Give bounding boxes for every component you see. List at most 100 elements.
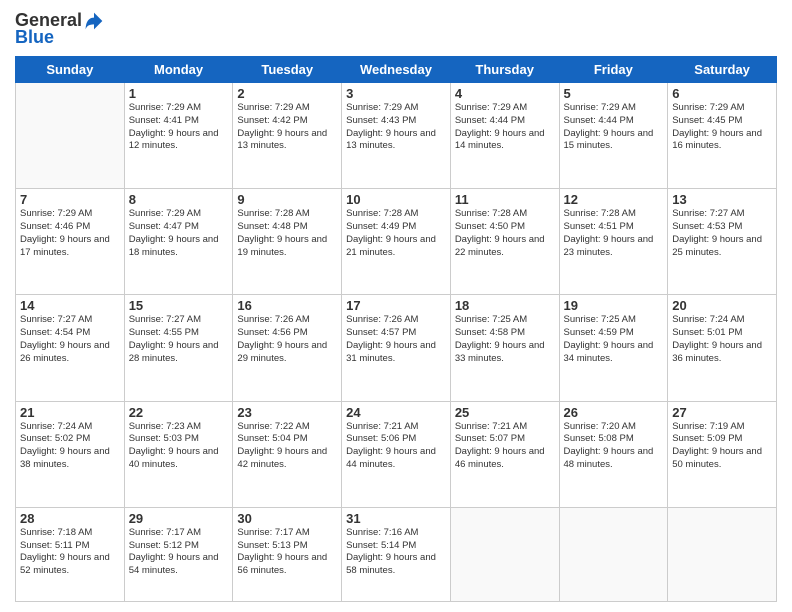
day-info: Sunrise: 7:19 AMSunset: 5:09 PMDaylight:…: [672, 421, 772, 472]
calendar-cell: 30Sunrise: 7:17 AMSunset: 5:13 PMDayligh…: [233, 507, 342, 601]
calendar-cell: 6Sunrise: 7:29 AMSunset: 4:45 PMDaylight…: [668, 83, 777, 189]
day-number: 3: [346, 86, 446, 101]
day-info: Sunrise: 7:29 AMSunset: 4:47 PMDaylight:…: [129, 208, 229, 259]
day-number: 17: [346, 298, 446, 313]
day-header-wednesday: Wednesday: [342, 57, 451, 83]
day-number: 15: [129, 298, 229, 313]
day-info: Sunrise: 7:27 AMSunset: 4:55 PMDaylight:…: [129, 314, 229, 365]
calendar-cell: 17Sunrise: 7:26 AMSunset: 4:57 PMDayligh…: [342, 295, 451, 401]
calendar-cell: 1Sunrise: 7:29 AMSunset: 4:41 PMDaylight…: [124, 83, 233, 189]
day-header-thursday: Thursday: [450, 57, 559, 83]
day-number: 23: [237, 405, 337, 420]
logo-blue: Blue: [15, 27, 54, 48]
day-info: Sunrise: 7:28 AMSunset: 4:51 PMDaylight:…: [564, 208, 664, 259]
day-info: Sunrise: 7:24 AMSunset: 5:01 PMDaylight:…: [672, 314, 772, 365]
day-info: Sunrise: 7:25 AMSunset: 4:59 PMDaylight:…: [564, 314, 664, 365]
day-info: Sunrise: 7:17 AMSunset: 5:13 PMDaylight:…: [237, 527, 337, 578]
day-number: 9: [237, 192, 337, 207]
day-info: Sunrise: 7:29 AMSunset: 4:41 PMDaylight:…: [129, 102, 229, 153]
day-info: Sunrise: 7:29 AMSunset: 4:43 PMDaylight:…: [346, 102, 446, 153]
day-info: Sunrise: 7:26 AMSunset: 4:57 PMDaylight:…: [346, 314, 446, 365]
day-number: 8: [129, 192, 229, 207]
calendar-cell: 15Sunrise: 7:27 AMSunset: 4:55 PMDayligh…: [124, 295, 233, 401]
calendar-cell: 27Sunrise: 7:19 AMSunset: 5:09 PMDayligh…: [668, 401, 777, 507]
day-info: Sunrise: 7:28 AMSunset: 4:50 PMDaylight:…: [455, 208, 555, 259]
day-number: 1: [129, 86, 229, 101]
day-info: Sunrise: 7:18 AMSunset: 5:11 PMDaylight:…: [20, 527, 120, 578]
day-number: 6: [672, 86, 772, 101]
day-number: 28: [20, 511, 120, 526]
day-number: 25: [455, 405, 555, 420]
day-number: 2: [237, 86, 337, 101]
calendar-cell: 2Sunrise: 7:29 AMSunset: 4:42 PMDaylight…: [233, 83, 342, 189]
calendar-cell: 26Sunrise: 7:20 AMSunset: 5:08 PMDayligh…: [559, 401, 668, 507]
day-number: 7: [20, 192, 120, 207]
day-info: Sunrise: 7:20 AMSunset: 5:08 PMDaylight:…: [564, 421, 664, 472]
day-header-monday: Monday: [124, 57, 233, 83]
calendar-cell: 8Sunrise: 7:29 AMSunset: 4:47 PMDaylight…: [124, 189, 233, 295]
day-number: 22: [129, 405, 229, 420]
day-number: 12: [564, 192, 664, 207]
calendar-cell: 12Sunrise: 7:28 AMSunset: 4:51 PMDayligh…: [559, 189, 668, 295]
calendar-cell: 22Sunrise: 7:23 AMSunset: 5:03 PMDayligh…: [124, 401, 233, 507]
day-header-saturday: Saturday: [668, 57, 777, 83]
calendar-cell: 13Sunrise: 7:27 AMSunset: 4:53 PMDayligh…: [668, 189, 777, 295]
day-number: 11: [455, 192, 555, 207]
calendar-cell: 24Sunrise: 7:21 AMSunset: 5:06 PMDayligh…: [342, 401, 451, 507]
day-number: 21: [20, 405, 120, 420]
day-number: 10: [346, 192, 446, 207]
day-info: Sunrise: 7:29 AMSunset: 4:46 PMDaylight:…: [20, 208, 120, 259]
day-info: Sunrise: 7:25 AMSunset: 4:58 PMDaylight:…: [455, 314, 555, 365]
week-row-3: 14Sunrise: 7:27 AMSunset: 4:54 PMDayligh…: [16, 295, 777, 401]
day-info: Sunrise: 7:22 AMSunset: 5:04 PMDaylight:…: [237, 421, 337, 472]
day-info: Sunrise: 7:29 AMSunset: 4:44 PMDaylight:…: [564, 102, 664, 153]
calendar-cell: [668, 507, 777, 601]
day-number: 16: [237, 298, 337, 313]
calendar-cell: 20Sunrise: 7:24 AMSunset: 5:01 PMDayligh…: [668, 295, 777, 401]
week-row-5: 28Sunrise: 7:18 AMSunset: 5:11 PMDayligh…: [16, 507, 777, 601]
day-info: Sunrise: 7:29 AMSunset: 4:42 PMDaylight:…: [237, 102, 337, 153]
week-row-1: 1Sunrise: 7:29 AMSunset: 4:41 PMDaylight…: [16, 83, 777, 189]
day-info: Sunrise: 7:27 AMSunset: 4:53 PMDaylight:…: [672, 208, 772, 259]
day-number: 31: [346, 511, 446, 526]
day-info: Sunrise: 7:17 AMSunset: 5:12 PMDaylight:…: [129, 527, 229, 578]
calendar-cell: [559, 507, 668, 601]
calendar-cell: 10Sunrise: 7:28 AMSunset: 4:49 PMDayligh…: [342, 189, 451, 295]
day-number: 24: [346, 405, 446, 420]
day-info: Sunrise: 7:27 AMSunset: 4:54 PMDaylight:…: [20, 314, 120, 365]
day-number: 19: [564, 298, 664, 313]
day-number: 5: [564, 86, 664, 101]
day-header-tuesday: Tuesday: [233, 57, 342, 83]
calendar-cell: 11Sunrise: 7:28 AMSunset: 4:50 PMDayligh…: [450, 189, 559, 295]
calendar-cell: 19Sunrise: 7:25 AMSunset: 4:59 PMDayligh…: [559, 295, 668, 401]
calendar-cell: 9Sunrise: 7:28 AMSunset: 4:48 PMDaylight…: [233, 189, 342, 295]
day-header-row: SundayMondayTuesdayWednesdayThursdayFrid…: [16, 57, 777, 83]
page: General Blue SundayMondayTuesdayWednesda…: [0, 0, 792, 612]
calendar-cell: 14Sunrise: 7:27 AMSunset: 4:54 PMDayligh…: [16, 295, 125, 401]
calendar-cell: [450, 507, 559, 601]
calendar-cell: 25Sunrise: 7:21 AMSunset: 5:07 PMDayligh…: [450, 401, 559, 507]
day-info: Sunrise: 7:29 AMSunset: 4:44 PMDaylight:…: [455, 102, 555, 153]
day-info: Sunrise: 7:21 AMSunset: 5:07 PMDaylight:…: [455, 421, 555, 472]
calendar-cell: 18Sunrise: 7:25 AMSunset: 4:58 PMDayligh…: [450, 295, 559, 401]
calendar-table: SundayMondayTuesdayWednesdayThursdayFrid…: [15, 56, 777, 602]
logo-icon: [84, 11, 104, 31]
day-info: Sunrise: 7:21 AMSunset: 5:06 PMDaylight:…: [346, 421, 446, 472]
day-info: Sunrise: 7:24 AMSunset: 5:02 PMDaylight:…: [20, 421, 120, 472]
day-number: 20: [672, 298, 772, 313]
day-info: Sunrise: 7:28 AMSunset: 4:48 PMDaylight:…: [237, 208, 337, 259]
day-info: Sunrise: 7:16 AMSunset: 5:14 PMDaylight:…: [346, 527, 446, 578]
day-number: 27: [672, 405, 772, 420]
calendar-cell: 23Sunrise: 7:22 AMSunset: 5:04 PMDayligh…: [233, 401, 342, 507]
day-number: 14: [20, 298, 120, 313]
day-number: 13: [672, 192, 772, 207]
calendar-cell: 28Sunrise: 7:18 AMSunset: 5:11 PMDayligh…: [16, 507, 125, 601]
day-header-friday: Friday: [559, 57, 668, 83]
logo: General Blue: [15, 10, 104, 48]
day-info: Sunrise: 7:28 AMSunset: 4:49 PMDaylight:…: [346, 208, 446, 259]
week-row-2: 7Sunrise: 7:29 AMSunset: 4:46 PMDaylight…: [16, 189, 777, 295]
calendar-cell: [16, 83, 125, 189]
calendar-cell: 4Sunrise: 7:29 AMSunset: 4:44 PMDaylight…: [450, 83, 559, 189]
day-number: 4: [455, 86, 555, 101]
calendar-cell: 5Sunrise: 7:29 AMSunset: 4:44 PMDaylight…: [559, 83, 668, 189]
